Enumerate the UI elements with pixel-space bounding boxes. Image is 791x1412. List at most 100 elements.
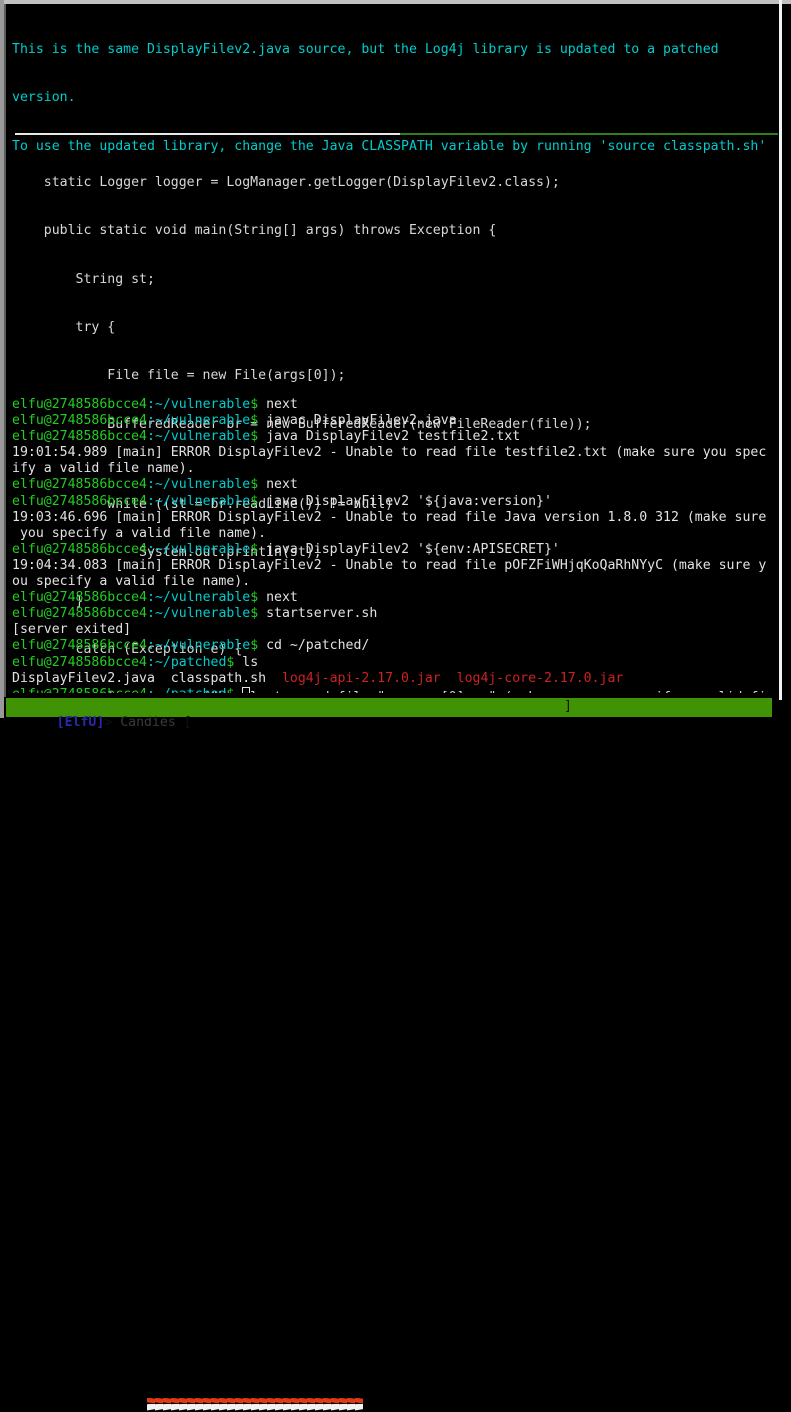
candy-icon xyxy=(155,1397,163,1412)
candy-icon xyxy=(283,1397,291,1412)
status-bar-content: [ElfU]> Candies [ xyxy=(9,699,192,730)
candy-icon xyxy=(307,1397,315,1412)
window-frame-top xyxy=(0,0,791,4)
shell-command: ls xyxy=(234,654,259,670)
prompt-path: ~/vulnerable xyxy=(154,638,251,654)
shell-transcript[interactable]: elfu@2748586bcce4:~/vulnerable$ next elfu… xyxy=(12,397,778,693)
realm-badge: [ElfU] xyxy=(56,715,105,730)
candies-label xyxy=(112,715,120,730)
prompt-path: ~/patched xyxy=(154,654,227,670)
shell-output-line: 19:03:46.696 [main] ERROR DisplayFilev2 … xyxy=(12,510,778,526)
prompt-path: ~/vulnerable xyxy=(154,397,251,412)
shell-output-text: you specify a valid file name). xyxy=(12,525,267,541)
candy-icon xyxy=(267,1397,275,1412)
shell-prompt-line: elfu@2748586bcce4:~/vulnerable$ cd ~/pat… xyxy=(12,638,778,654)
shell-command: next xyxy=(258,397,298,412)
candy-icon xyxy=(243,1397,251,1412)
shell-command: java DisplayFilev2 '${java:version}' xyxy=(258,493,552,509)
prompt-user-host: elfu@2748586bcce4 xyxy=(12,477,147,493)
shell-prompt-line: elfu@2748586bcce4:~/patched$ xyxy=(12,686,778,693)
candy-icon xyxy=(315,1397,323,1412)
shell-output-text: 19:01:54.989 [main] ERROR DisplayFilev2 … xyxy=(12,445,767,461)
code-line: String st; xyxy=(12,271,155,287)
candy-icon xyxy=(259,1397,267,1412)
divider-right-segment xyxy=(400,133,778,135)
shell-command xyxy=(234,687,242,693)
candy-icon xyxy=(163,1397,171,1412)
prompt-user-host: elfu@2748586bcce4 xyxy=(12,590,147,606)
candy-icon xyxy=(355,1397,363,1412)
candy-icon xyxy=(251,1397,259,1412)
shell-output-line: ou specify a valid file name). xyxy=(12,574,778,590)
divider-left-segment xyxy=(15,133,400,135)
prompt-path: ~/vulnerable xyxy=(154,590,251,606)
candy-icon xyxy=(147,1397,155,1412)
prompt-path: ~/patched xyxy=(155,687,226,693)
banner-line: This is the same DisplayFilev2.java sour… xyxy=(12,42,719,58)
section-divider xyxy=(15,133,778,135)
text-cursor xyxy=(242,686,250,693)
shell-output-text: 19:03:46.696 [main] ERROR DisplayFilev2 … xyxy=(12,509,767,525)
prompt-user-host: elfu@2748586bcce4 xyxy=(12,654,147,670)
prompt-separator: : xyxy=(146,606,155,622)
prompt-separator: : xyxy=(146,429,155,445)
shell-output-line: 19:04:34.083 [main] ERROR DisplayFilev2 … xyxy=(12,558,778,574)
code-line: static Logger logger = LogManager.getLog… xyxy=(12,175,560,191)
prompt-user-host: elfu@2748586bcce4 xyxy=(12,541,147,557)
shell-output-line: [server exited] xyxy=(12,622,778,638)
candy-icon xyxy=(275,1397,283,1412)
shell-command: startserver.sh xyxy=(258,606,378,622)
prompt-user-host: elfu@2748586bcce4 xyxy=(12,606,147,622)
prompt-separator: : xyxy=(146,493,155,509)
prompt-separator: : xyxy=(146,654,155,670)
listing-plain-files: DisplayFilev2.java classpath.sh xyxy=(12,670,282,686)
shell-output-line: ify a valid file name). xyxy=(12,461,778,477)
prompt-separator: : xyxy=(146,413,155,429)
prompt-separator: : xyxy=(146,638,155,654)
prompt-symbol: $ xyxy=(250,541,259,557)
prompt-path: ~/vulnerable xyxy=(154,493,251,509)
candy-icon xyxy=(179,1397,187,1412)
prompt-separator: : xyxy=(146,541,155,557)
candy-icon xyxy=(203,1397,211,1412)
prompt-symbol: $ xyxy=(250,590,259,606)
shell-prompt-line: elfu@2748586bcce4:~/vulnerable$ next xyxy=(12,397,778,413)
terminal-screen[interactable]: This is the same DisplayFilev2.java sour… xyxy=(7,5,779,693)
candy-icon xyxy=(339,1397,347,1412)
prompt-path: ~/vulnerable xyxy=(154,477,251,493)
directory-listing-line: DisplayFilev2.java classpath.sh log4j-ap… xyxy=(12,671,778,687)
shell-command: next xyxy=(258,477,298,493)
shell-output-text: ou specify a valid file name). xyxy=(12,574,251,590)
prompt-symbol: $ xyxy=(250,638,259,654)
shell-command: javac DisplayFilev2.java xyxy=(258,413,457,429)
prompt-user-host: elfu@2748586bcce4 xyxy=(12,638,147,654)
shell-prompt-line: elfu@2748586bcce4:~/vulnerable$ javac Di… xyxy=(12,413,778,429)
shell-prompt-line: elfu@2748586bcce4:~/vulnerable$ java Dis… xyxy=(12,429,778,445)
listing-jar-files: log4j-api-2.17.0.jar log4j-core-2.17.0.j… xyxy=(281,670,624,686)
shell-command: java DisplayFilev2 testfile2.txt xyxy=(258,429,521,445)
shell-command: java DisplayFilev2 '${env:APISECRET}' xyxy=(258,541,560,557)
prompt-path: ~/vulnerable xyxy=(154,413,251,429)
shell-output-text: 19:04:34.083 [main] ERROR DisplayFilev2 … xyxy=(12,557,767,573)
code-line: File file = new File(args[0]); xyxy=(12,368,346,384)
prompt-path: ~/vulnerable xyxy=(154,541,251,557)
shell-prompt-line: elfu@2748586bcce4:~/patched$ ls xyxy=(12,655,778,671)
candy-icon xyxy=(291,1397,299,1412)
shell-output-line: 19:01:54.989 [main] ERROR DisplayFilev2 … xyxy=(12,445,778,461)
banner-line: version. xyxy=(12,90,76,106)
window-frame-right xyxy=(779,0,782,700)
shell-prompt-line: elfu@2748586bcce4:~/vulnerable$ java Dis… xyxy=(12,542,778,558)
candy-icon xyxy=(235,1397,243,1412)
shell-prompt-line: elfu@2748586bcce4:~/vulnerable$ startser… xyxy=(12,606,778,622)
prompt-user-host: elfu@2748586bcce4 xyxy=(12,687,147,693)
terminal-window: This is the same DisplayFilev2.java sour… xyxy=(0,0,791,730)
prompt-symbol: $ xyxy=(250,606,259,622)
code-line: try { xyxy=(12,320,116,336)
shell-command: cd ~/patched/ xyxy=(258,638,370,654)
candy-icon xyxy=(211,1397,219,1412)
candies-close-bracket: ] xyxy=(564,699,572,714)
prompt-path: ~/vulnerable xyxy=(154,606,251,622)
prompt-symbol: $ xyxy=(250,477,259,493)
candy-meter xyxy=(147,1396,363,1412)
prompt-symbol: $ xyxy=(250,429,259,445)
